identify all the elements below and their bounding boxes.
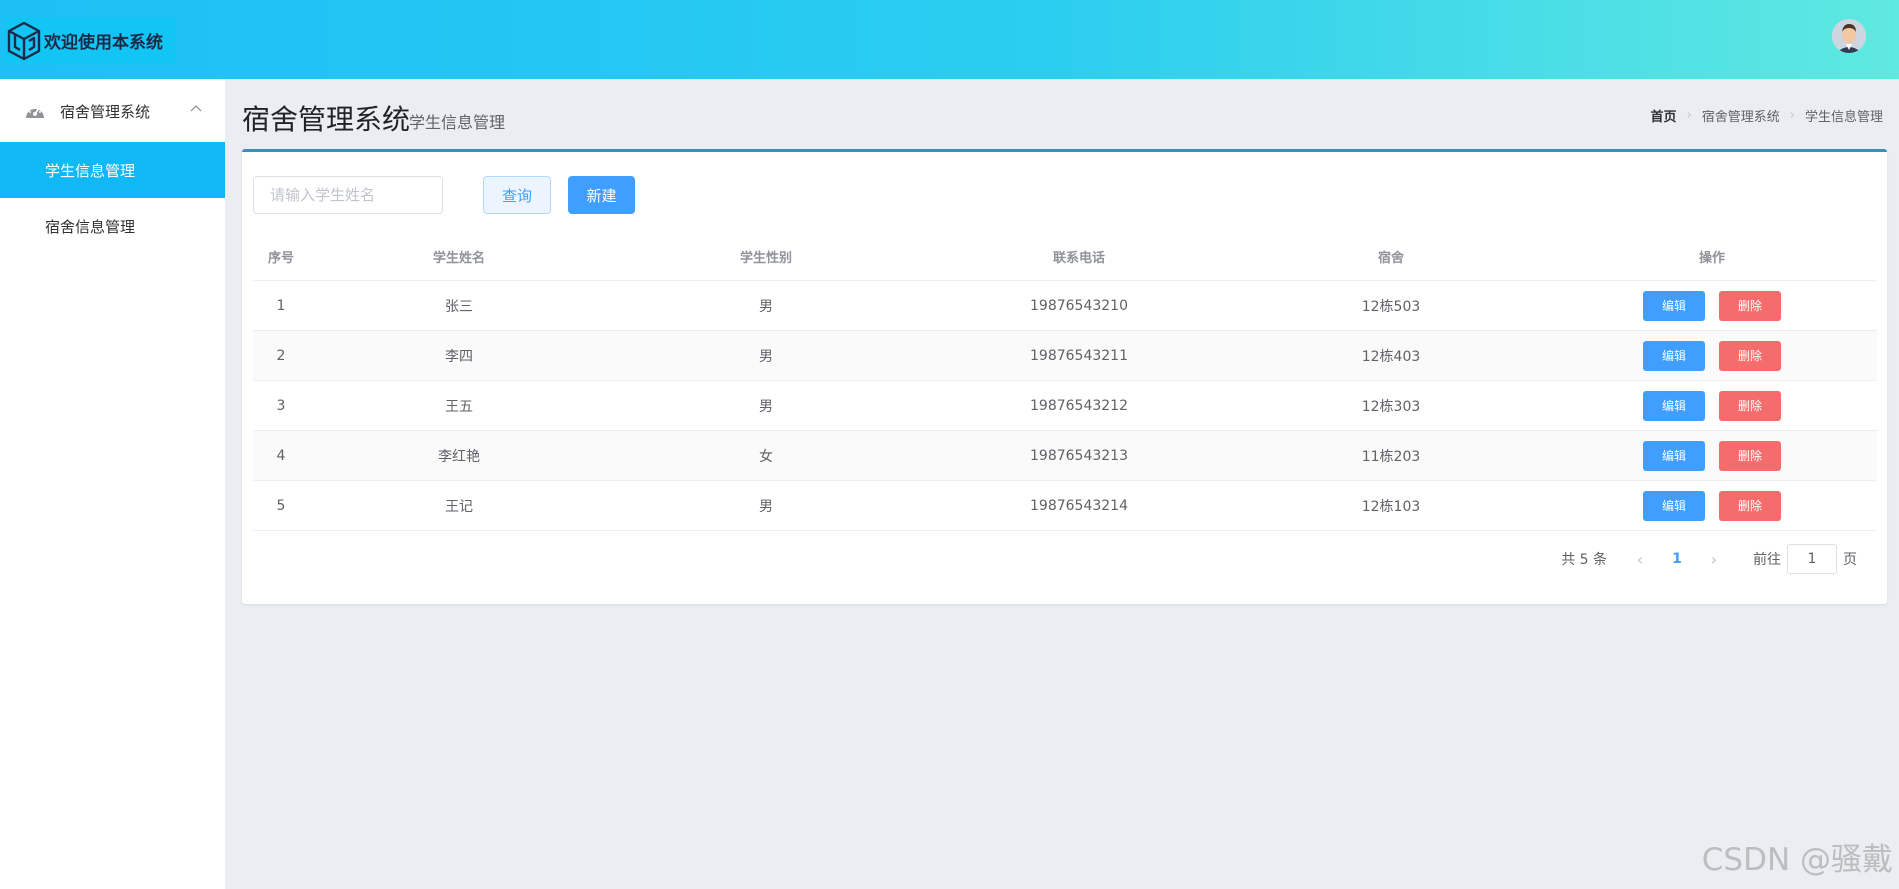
cell-name: 王记	[445, 498, 473, 515]
search-input[interactable]	[253, 176, 443, 214]
table-row[interactable]: 1 张三 男 19876543210 12栋503 编辑 删除	[253, 281, 1877, 331]
avatar-icon	[1832, 19, 1866, 53]
edit-button[interactable]: 编辑	[1643, 390, 1705, 421]
sidebar-item-dorm-info[interactable]: 宿舍信息管理	[0, 198, 225, 254]
top-header: 欢迎使用本系统	[0, 0, 1899, 79]
cell-gender: 男	[759, 298, 773, 315]
cell-actions: 编辑 删除	[1547, 490, 1877, 521]
new-button[interactable]: 新建	[568, 176, 635, 214]
pagination-page-suffix: 页	[1843, 552, 1857, 568]
cell-name: 张三	[445, 298, 473, 315]
cell-actions: 编辑 删除	[1547, 290, 1877, 321]
cell-dorm: 11栋203	[1361, 448, 1421, 465]
chevron-right-icon: ›	[1789, 108, 1795, 123]
dashboard-gauge-icon	[26, 107, 44, 118]
sidebar-group-label: 宿舍管理系统	[60, 103, 151, 121]
user-avatar[interactable]	[1832, 19, 1866, 53]
cell-gender: 男	[759, 398, 773, 415]
chevron-right-icon: ›	[1686, 108, 1692, 123]
chevron-up-icon	[190, 105, 202, 112]
delete-button[interactable]: 删除	[1719, 440, 1781, 471]
cell-dorm: 12栋103	[1361, 498, 1421, 515]
sidebar-item-label: 宿舍信息管理	[45, 218, 136, 236]
column-header-gender[interactable]: 学生性别	[609, 247, 923, 266]
sidebar-item-label: 学生信息管理	[45, 162, 136, 180]
student-table: 序号 学生姓名 学生性别 联系电话 宿舍 操作 1 张三 男 198765432…	[253, 232, 1877, 531]
cell-gender: 男	[759, 498, 773, 515]
table-header-row: 序号 学生姓名 学生性别 联系电话 宿舍 操作	[253, 232, 1877, 281]
pagination: 共 5 条 ‹ 1 › 前往 页	[1561, 544, 1857, 574]
cell-phone: 19876543210	[1030, 297, 1128, 314]
column-header-name[interactable]: 学生姓名	[309, 247, 609, 266]
column-header-phone[interactable]: 联系电话	[923, 247, 1235, 266]
chevron-right-icon[interactable]: ›	[1699, 550, 1729, 569]
cell-index: 4	[276, 447, 286, 464]
pagination-goto-label: 前往	[1753, 552, 1781, 568]
breadcrumb-dorm-system[interactable]: 宿舍管理系统	[1702, 106, 1780, 125]
edit-button[interactable]: 编辑	[1643, 490, 1705, 521]
breadcrumb-current: 学生信息管理	[1804, 110, 1883, 125]
logo[interactable]: 欢迎使用本系统	[4, 17, 176, 64]
edit-button[interactable]: 编辑	[1643, 290, 1705, 321]
watermark: CSDN @骚戴	[1701, 842, 1893, 878]
table-row[interactable]: 4 李红艳 女 19876543213 11栋203 编辑 删除	[253, 431, 1877, 481]
page-subtitle: 学生信息管理	[409, 113, 506, 132]
pagination-page-current[interactable]: 1	[1655, 551, 1699, 567]
cube-logo-icon	[7, 21, 41, 60]
cell-gender: 男	[759, 348, 773, 365]
cell-name: 李红艳	[438, 448, 480, 465]
cell-index: 3	[276, 397, 286, 414]
cell-phone: 19876543211	[1030, 347, 1128, 364]
column-header-actions: 操作	[1698, 250, 1725, 266]
pagination-goto-input[interactable]	[1787, 544, 1837, 574]
sidebar-item-student-info[interactable]: 学生信息管理	[0, 142, 225, 198]
cell-gender: 女	[759, 448, 773, 465]
cell-dorm: 12栋303	[1361, 398, 1421, 415]
logo-text: 欢迎使用本系统	[44, 33, 163, 53]
cell-dorm: 12栋503	[1361, 298, 1421, 315]
edit-button[interactable]: 编辑	[1643, 340, 1705, 371]
cell-phone: 19876543213	[1030, 447, 1128, 464]
query-button[interactable]: 查询	[483, 176, 551, 214]
cell-name: 李四	[445, 348, 473, 365]
cell-phone: 19876543212	[1030, 397, 1128, 414]
cell-phone: 19876543214	[1030, 497, 1128, 514]
edit-button[interactable]: 编辑	[1643, 440, 1705, 471]
delete-button[interactable]: 删除	[1719, 490, 1781, 521]
cell-actions: 编辑 删除	[1547, 390, 1877, 421]
column-header-index[interactable]: 序号	[253, 247, 309, 266]
content-panel: 查询 新建 序号 学生姓名 学生性别 联系电话 宿舍 操作 1 张三 男 198…	[242, 149, 1887, 604]
table-row[interactable]: 2 李四 男 19876543211 12栋403 编辑 删除	[253, 331, 1877, 381]
pagination-total: 共 5 条	[1561, 552, 1607, 568]
chevron-left-icon[interactable]: ‹	[1625, 550, 1655, 569]
delete-button[interactable]: 删除	[1719, 340, 1781, 371]
table-row[interactable]: 3 王五 男 19876543212 12栋303 编辑 删除	[253, 381, 1877, 431]
cell-actions: 编辑 删除	[1547, 340, 1877, 371]
breadcrumb-home[interactable]: 首页	[1651, 106, 1677, 125]
sidebar-group-dormitory[interactable]: 宿舍管理系统	[0, 79, 225, 142]
cell-name: 王五	[445, 398, 473, 415]
cell-index: 1	[276, 297, 286, 314]
delete-button[interactable]: 删除	[1719, 290, 1781, 321]
delete-button[interactable]: 删除	[1719, 390, 1781, 421]
cell-index: 2	[276, 347, 286, 364]
page-title: 宿舍管理系统	[242, 103, 411, 136]
cell-index: 5	[276, 497, 286, 514]
cell-dorm: 12栋403	[1361, 348, 1421, 365]
table-row[interactable]: 5 王记 男 19876543214 12栋103 编辑 删除	[253, 481, 1877, 531]
column-header-dorm[interactable]: 宿舍	[1235, 247, 1547, 266]
cell-actions: 编辑 删除	[1547, 440, 1877, 471]
sidebar: 宿舍管理系统 学生信息管理 宿舍信息管理	[0, 79, 225, 889]
breadcrumb: 首页 › 宿舍管理系统 › 学生信息管理	[1651, 106, 1883, 125]
